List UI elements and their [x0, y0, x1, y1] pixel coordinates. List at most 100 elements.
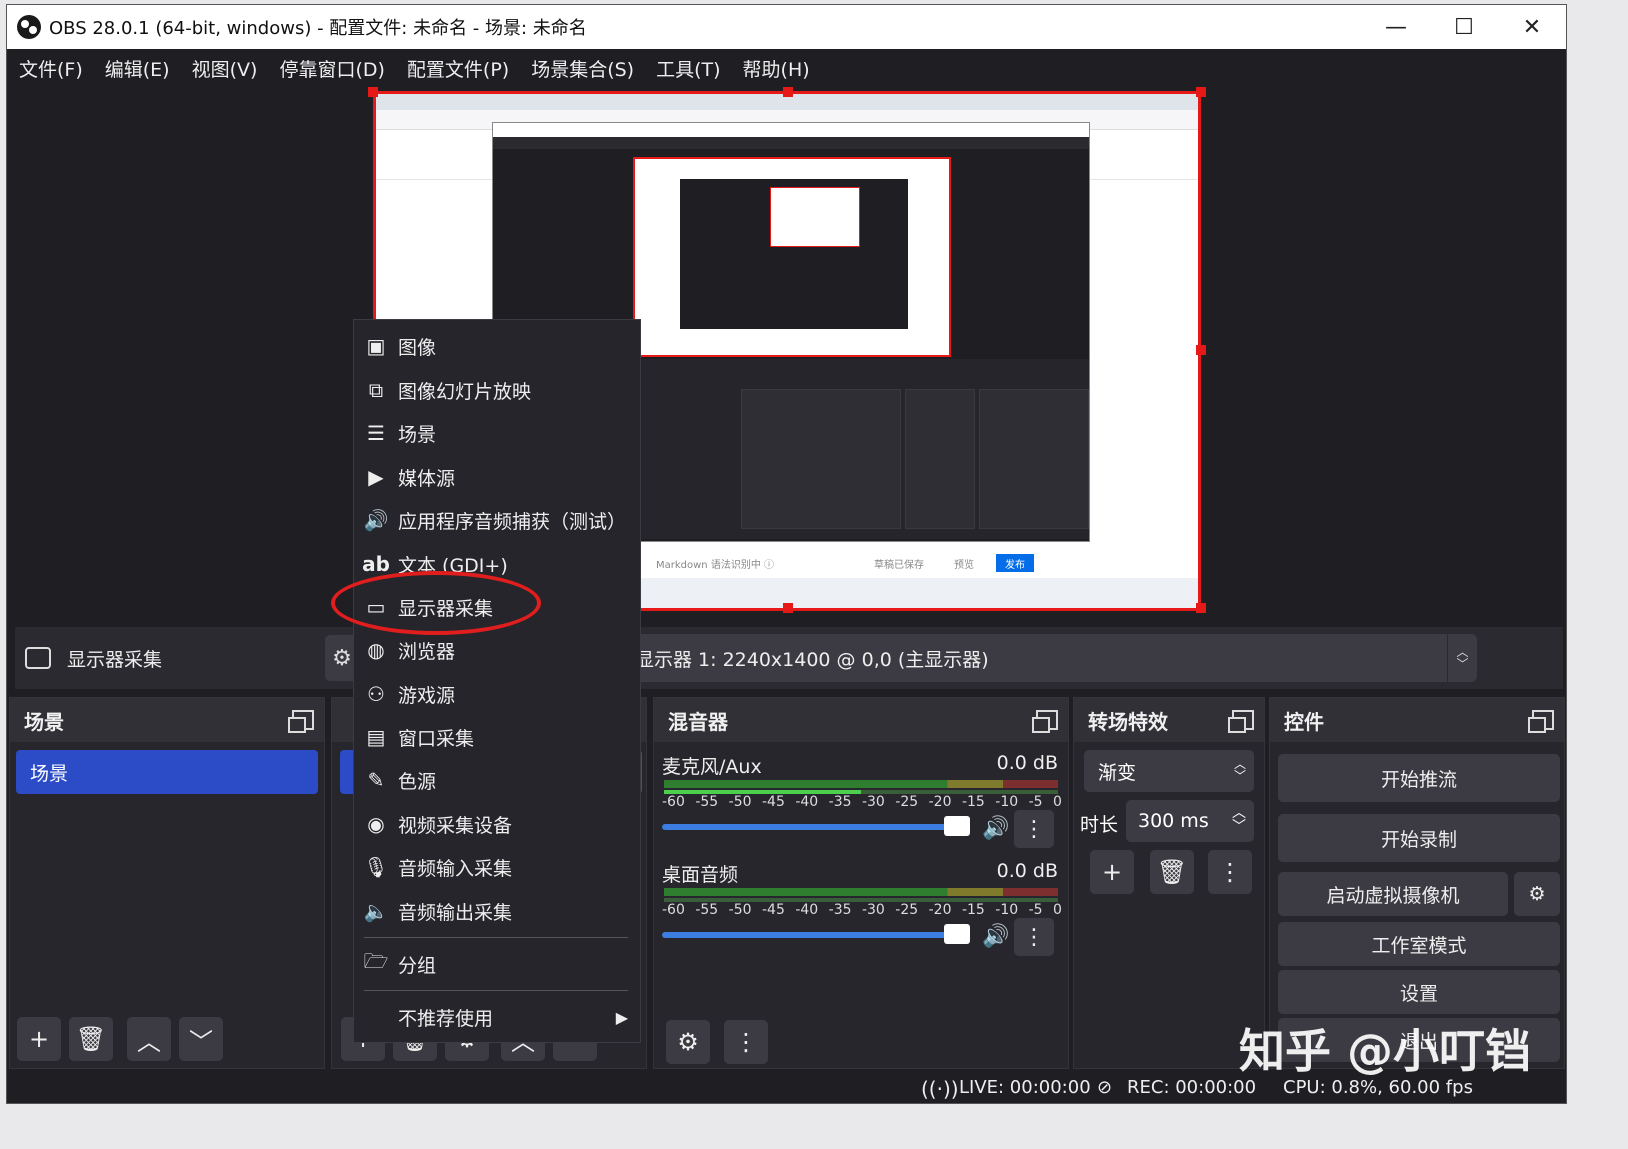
menu-item-game-capture[interactable]: ⚇ 游戏源 [354, 674, 640, 714]
mic-icon: 🎙 [363, 855, 389, 879]
studio-mode-button[interactable]: 工作室模式 [1278, 922, 1560, 966]
menu-item-group[interactable]: 🗁 分组 [354, 944, 640, 984]
add-scene-button[interactable]: + [17, 1017, 61, 1061]
captured-nested-preview [770, 187, 860, 247]
menu-edit[interactable]: 编辑(E) [105, 55, 170, 82]
menu-item-deprecated[interactable]: 不推荐使用 ▶ [354, 997, 640, 1037]
menu-item-image-slideshow[interactable]: ⧉ 图像幻灯片放映 [354, 370, 640, 410]
stepper-arrows-icon[interactable]: ︿ ﹀ [1232, 806, 1246, 834]
menu-item-media-source[interactable]: ▶ 媒体源 [354, 457, 640, 497]
transform-handle-tr[interactable] [1196, 87, 1206, 97]
volume-slider-handle[interactable] [944, 924, 970, 944]
mixer-menu-button[interactable]: ⋮ [724, 1020, 768, 1064]
menu-item-video-capture[interactable]: ◉ 视频采集设备 [354, 804, 640, 844]
menu-item-window-capture[interactable]: ▤ 窗口采集 [354, 717, 640, 757]
captured-obs-titlebar [493, 123, 1089, 137]
audio-settings-button[interactable]: ⚙ [666, 1020, 710, 1064]
minimize-button[interactable]: — [1362, 5, 1430, 49]
menu-item-label: 浏览器 [398, 640, 456, 663]
gear-icon: ⚙ [332, 645, 352, 671]
menu-item-image[interactable]: ▣ 图像 [354, 326, 640, 366]
menu-bar: 文件(F) 编辑(E) 视图(V) 停靠窗口(D) 配置文件(P) 场景集合(S… [7, 49, 1566, 87]
scale-tick: -40 [795, 794, 819, 810]
menu-item-label: 媒体源 [398, 467, 456, 490]
start-streaming-button[interactable]: 开始推流 [1278, 754, 1560, 802]
channel-menu-button[interactable]: ⋮ [1014, 810, 1054, 848]
list-icon: ☰ [367, 421, 385, 445]
controls-dock-title: 控件 [1284, 709, 1324, 734]
scale-tick: -45 [761, 794, 785, 810]
speaker-icon[interactable]: 🔊 [982, 924, 1009, 949]
trash-icon: 🗑 [75, 1025, 107, 1053]
chevron-down-icon: ﹀ [189, 1027, 213, 1056]
channel-menu-button[interactable]: ⋮ [1014, 918, 1054, 956]
transform-handle-b[interactable] [783, 603, 793, 613]
transition-select[interactable]: 渐变 ︿ ﹀ [1084, 750, 1254, 792]
scale-tick: -50 [728, 902, 752, 918]
menu-item-audio-output[interactable]: 🔈 音频输出采集 [354, 891, 640, 931]
captured-controls-dock [979, 389, 1089, 529]
volume-slider-track[interactable] [662, 824, 964, 830]
brush-icon: ✎ [367, 768, 385, 792]
controls-dock: 控件 开始推流 开始录制 启动虚拟摄像机 ⚙ 工作室模式 设置 退出 [1269, 697, 1565, 1069]
menu-view[interactable]: 视图(V) [192, 55, 258, 82]
menu-file[interactable]: 文件(F) [19, 55, 83, 82]
add-source-context-menu: ▣ 图像 ⧉ 图像幻灯片放映 ☰ 场景 ▶ 媒体源 🔊 应用程序音频捕获（测试） ab 文本… [353, 319, 641, 1043]
volume-slider-track[interactable] [662, 932, 964, 938]
gear-icon: ⚙ [677, 1028, 699, 1056]
move-scene-down-button[interactable]: ﹀ [179, 1017, 223, 1061]
transform-handle-tl[interactable] [368, 87, 378, 97]
start-recording-button[interactable]: 开始录制 [1278, 814, 1560, 862]
gamepad-icon: ⚇ [367, 682, 385, 706]
scale-tick: -55 [695, 902, 719, 918]
duration-spinbox[interactable]: 300 ms ︿ ﹀ [1126, 800, 1254, 842]
rec-indicator-icon: ⊘ [1097, 1077, 1113, 1098]
undock-icon[interactable] [1228, 710, 1254, 733]
scale-tick: -10 [995, 794, 1019, 810]
transform-handle-r[interactable] [1196, 345, 1206, 355]
undock-icon[interactable] [288, 710, 314, 733]
add-transition-button[interactable]: + [1090, 850, 1134, 894]
remove-transition-button[interactable]: 🗑 [1150, 850, 1194, 894]
menu-item-scene[interactable]: ☰ 场景 [354, 413, 640, 453]
undock-icon[interactable] [1528, 710, 1554, 733]
menu-item-app-audio[interactable]: 🔊 应用程序音频捕获（测试） [354, 500, 640, 540]
menu-help[interactable]: 帮助(H) [743, 55, 810, 82]
captured-nested-obs [680, 179, 908, 329]
chevron-updown-icon: ︿ ﹀ [1447, 634, 1477, 682]
maximize-button[interactable]: ☐ [1430, 5, 1498, 49]
speaker-icon[interactable]: 🔊 [982, 816, 1009, 841]
menu-item-color-source[interactable]: ✎ 色源 [354, 760, 640, 800]
folder-icon: 🗁 [363, 949, 389, 973]
scale-tick: -50 [728, 794, 752, 810]
virtual-camera-settings-button[interactable]: ⚙ [1514, 872, 1560, 916]
live-timer: LIVE: 00:00:00 [959, 1077, 1091, 1098]
menu-item-label: 不推荐使用 [398, 1007, 494, 1030]
menu-item-browser[interactable]: ◍ 浏览器 [354, 630, 640, 670]
camera-icon: ◉ [367, 812, 385, 836]
menu-tools[interactable]: 工具(T) [656, 55, 720, 82]
scenes-dock-title: 场景 [24, 709, 64, 734]
captured-obs-menubar [493, 137, 1089, 149]
channel-db: 0.0 dB [996, 752, 1058, 774]
display-select[interactable]: 显示器 1: 2240x1400 @ 0,0 (主显示器) ︿ ﹀ [627, 634, 1477, 682]
transform-handle-br[interactable] [1196, 603, 1206, 613]
scene-list-item[interactable]: 场景 [16, 750, 318, 794]
menu-scene-collection[interactable]: 场景集合(S) [531, 55, 634, 82]
transform-handle-t[interactable] [783, 87, 793, 97]
gear-icon: ⚙ [1528, 883, 1546, 905]
close-button[interactable]: ✕ [1498, 5, 1566, 49]
menu-item-audio-input[interactable]: 🎙 音频输入采集 [354, 847, 640, 887]
undock-icon[interactable] [1032, 710, 1058, 733]
channel-name: 桌面音频 [662, 864, 739, 886]
move-scene-up-button[interactable]: ︿ [127, 1017, 171, 1061]
remove-scene-button[interactable]: 🗑 [69, 1017, 113, 1061]
menu-docks[interactable]: 停靠窗口(D) [279, 55, 384, 82]
start-virtual-camera-button[interactable]: 启动虚拟摄像机 [1278, 872, 1508, 916]
volume-slider-handle[interactable] [944, 816, 970, 836]
captured-preview-button: 预览 [954, 560, 974, 571]
menu-profile[interactable]: 配置文件(P) [407, 55, 509, 82]
scale-tick: -55 [695, 794, 719, 810]
settings-button[interactable]: 设置 [1278, 970, 1560, 1014]
transition-menu-button[interactable]: ⋮ [1208, 850, 1252, 894]
